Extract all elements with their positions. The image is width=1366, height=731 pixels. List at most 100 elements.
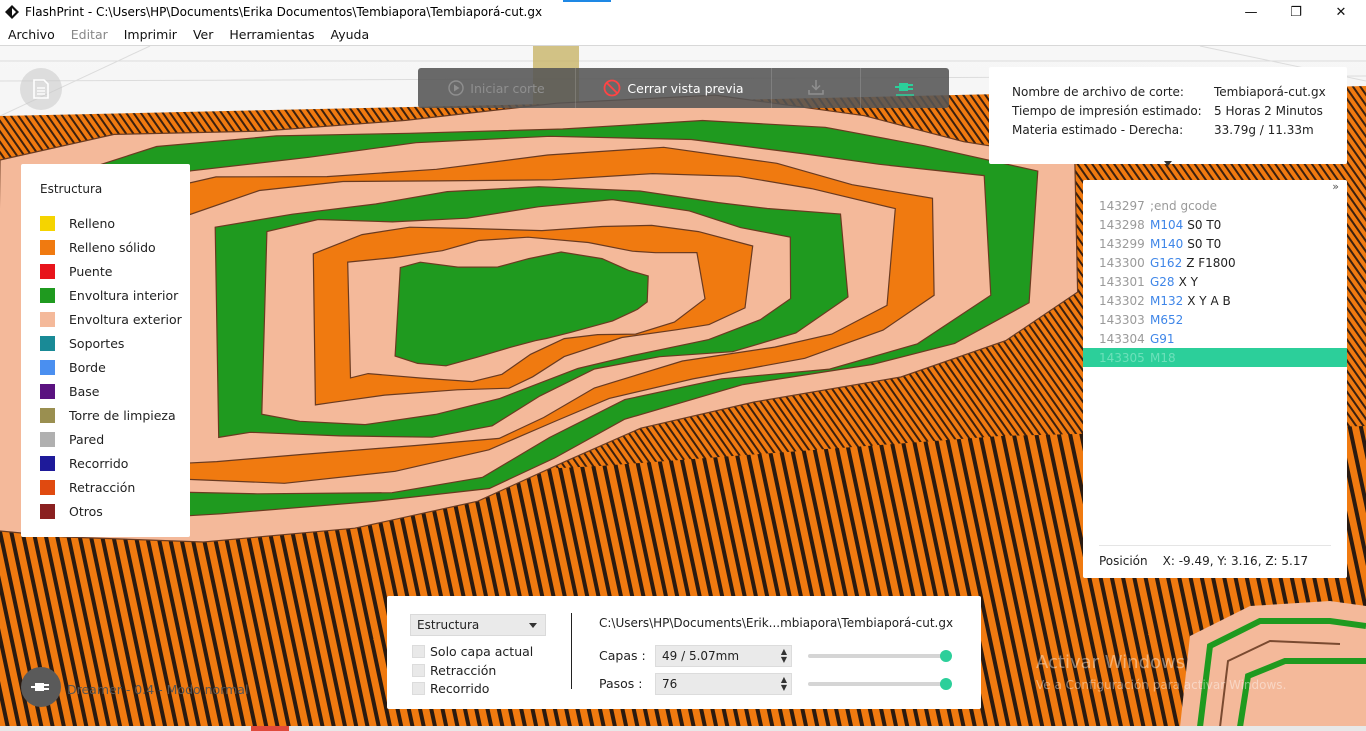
legend-swatch	[40, 263, 55, 279]
spin-arrows-icon[interactable]: ▲ ▼	[781, 676, 787, 692]
legend-label: Torre de limpieza	[69, 407, 176, 423]
panel-divider	[571, 613, 572, 689]
steps-slider[interactable]	[808, 678, 952, 690]
3d-preview-viewport[interactable]: Iniciar corte Cerrar vista previa Nombre…	[0, 45, 1366, 726]
title-bar: FlashPrint - C:\Users\HP\Documents\Erika…	[0, 0, 1366, 24]
menu-archivo[interactable]: Archivo	[8, 27, 55, 42]
legend-label: Recorrido	[69, 455, 129, 471]
only-current-layer-checkbox[interactable]: Solo capa actual	[412, 644, 533, 659]
gcode-line[interactable]: 143302 M132 X Y A B	[1083, 291, 1347, 310]
gcode-command: M18	[1150, 350, 1176, 365]
gcode-line-number: 143300	[1099, 255, 1145, 270]
restore-icon: ❐	[1290, 4, 1302, 20]
flashprint-logo-icon	[5, 5, 19, 19]
chevron-down-icon	[529, 623, 537, 628]
position-label: Posición	[1099, 554, 1148, 568]
gcode-line[interactable]: 143304 G91	[1083, 329, 1347, 348]
legend-item: Pared	[40, 427, 190, 451]
info-label: Materia estimado - Derecha:	[1012, 123, 1184, 137]
menu-ver[interactable]: Ver	[193, 27, 213, 42]
bottom-edge-mark	[251, 726, 289, 731]
gcode-command: G162	[1150, 255, 1183, 270]
collapse-gcode-icon[interactable]: »	[1332, 180, 1339, 193]
steps-spinbox[interactable]: 76 ▲ ▼	[655, 673, 792, 695]
legend-item: Torre de limpieza	[40, 403, 190, 427]
travel-checkbox[interactable]: Recorrido	[412, 681, 489, 696]
gcode-command: M652	[1150, 312, 1184, 327]
layers-spinbox[interactable]: 49 / 5.07mm ▲ ▼	[655, 645, 792, 667]
legend-label: Soportes	[69, 335, 125, 351]
close-button[interactable]: ✕	[1318, 0, 1364, 24]
gcode-line-selected[interactable]: 143305 M18	[1083, 348, 1347, 367]
gcode-line-number: 143305	[1099, 350, 1145, 365]
layers-label: Capas :	[599, 648, 646, 663]
plug-icon	[894, 77, 916, 100]
gcode-line-number: 143299	[1099, 236, 1145, 251]
layers-slider[interactable]	[808, 650, 952, 662]
legend-item: Puente	[40, 259, 190, 283]
legend-swatch	[40, 311, 55, 327]
structure-legend: Estructura Relleno Relleno sólido Puente En…	[21, 164, 190, 537]
connect-printer-button[interactable]	[861, 68, 949, 108]
minimize-button[interactable]: —	[1228, 0, 1274, 24]
legend-label: Borde	[69, 359, 106, 375]
gcode-line[interactable]: 143299 M140 S0 T0	[1083, 234, 1347, 253]
checkbox-box[interactable]	[412, 664, 425, 677]
view-mode-value: Estructura	[417, 618, 480, 632]
legend-swatch	[40, 335, 55, 351]
legend-item: Otros	[40, 499, 190, 523]
menu-ayuda[interactable]: Ayuda	[331, 27, 370, 42]
legend-label: Envoltura interior	[69, 287, 179, 303]
menu-editar[interactable]: Editar	[71, 27, 108, 42]
position-readout: Posición X: -9.49, Y: 3.16, Z: 5.17	[1099, 545, 1331, 568]
gcode-line-number: 143298	[1099, 217, 1145, 232]
printer-connection-button[interactable]	[21, 667, 61, 707]
slice-info-panel: Nombre de archivo de corte: Tembiaporá-c…	[989, 67, 1347, 166]
gcode-line-number: 143302	[1099, 293, 1145, 308]
gcode-line[interactable]: 143298 M104 S0 T0	[1083, 215, 1347, 234]
steps-slider-handle[interactable]	[940, 678, 952, 690]
legend-item: Relleno sólido	[40, 235, 190, 259]
gcode-list: 143297 ;end gcode 143298 M104 S0 T0 1432…	[1083, 196, 1347, 367]
gcode-line[interactable]: 143297 ;end gcode	[1083, 196, 1347, 215]
printer-status-text: Dreamer - 0.4 - Modo normal	[67, 682, 249, 697]
expand-info-icon[interactable]	[1164, 161, 1172, 166]
legend-label: Puente	[69, 263, 113, 279]
checkbox-box[interactable]	[412, 645, 425, 658]
info-row: Materia estimado - Derecha: 33.79g / 11.…	[1012, 123, 1347, 142]
gcode-line-number: 143303	[1099, 312, 1145, 327]
retraction-checkbox[interactable]: Retracción	[412, 663, 496, 678]
menu-imprimir[interactable]: Imprimir	[124, 27, 177, 42]
maximize-button[interactable]: ❐	[1273, 0, 1319, 24]
gcode-line[interactable]: 143300 G162 Z F1800	[1083, 253, 1347, 272]
legend-item: Borde	[40, 355, 190, 379]
close-preview-button[interactable]: Cerrar vista previa	[576, 68, 772, 108]
export-button[interactable]	[772, 68, 861, 108]
plug-icon	[31, 683, 49, 691]
window-title: FlashPrint - C:\Users\HP\Documents\Erika…	[25, 5, 543, 19]
flashprint-window: FlashPrint - C:\Users\HP\Documents\Erika…	[0, 0, 1366, 731]
menu-bar: Archivo Editar Imprimir Ver Herramientas…	[0, 24, 1366, 45]
model-list-button[interactable]	[20, 68, 62, 110]
checkbox-box[interactable]	[412, 682, 425, 695]
info-row: Nombre de archivo de corte: Tembiaporá-c…	[1012, 85, 1347, 104]
gcode-line[interactable]: 143303 M652	[1083, 310, 1347, 329]
gcode-line-number: 143301	[1099, 274, 1145, 289]
start-slice-label: Iniciar corte	[470, 80, 545, 96]
checkbox-label: Solo capa actual	[430, 644, 534, 659]
menu-herramientas[interactable]: Herramientas	[229, 27, 314, 42]
gcode-panel: » 143297 ;end gcode 143298 M104 S0 T0 14…	[1083, 180, 1347, 578]
gcode-args: X Y	[1178, 274, 1198, 289]
gcode-args: X Y A B	[1187, 293, 1231, 308]
info-value: 33.79g / 11.33m	[1214, 123, 1314, 137]
view-mode-select[interactable]: Estructura	[410, 614, 546, 636]
legend-item: Retracción	[40, 475, 190, 499]
legend-label: Envoltura exterior	[69, 311, 182, 327]
layers-slider-handle[interactable]	[940, 650, 952, 662]
gcode-line[interactable]: 143301 G28 X Y	[1083, 272, 1347, 291]
spin-arrows-icon[interactable]: ▲ ▼	[781, 648, 787, 664]
gcode-command: M132	[1150, 293, 1184, 308]
legend-label: Pared	[69, 431, 105, 447]
start-slice-button[interactable]: Iniciar corte	[418, 68, 576, 108]
position-value: X: -9.49, Y: 3.16, Z: 5.17	[1162, 554, 1309, 568]
